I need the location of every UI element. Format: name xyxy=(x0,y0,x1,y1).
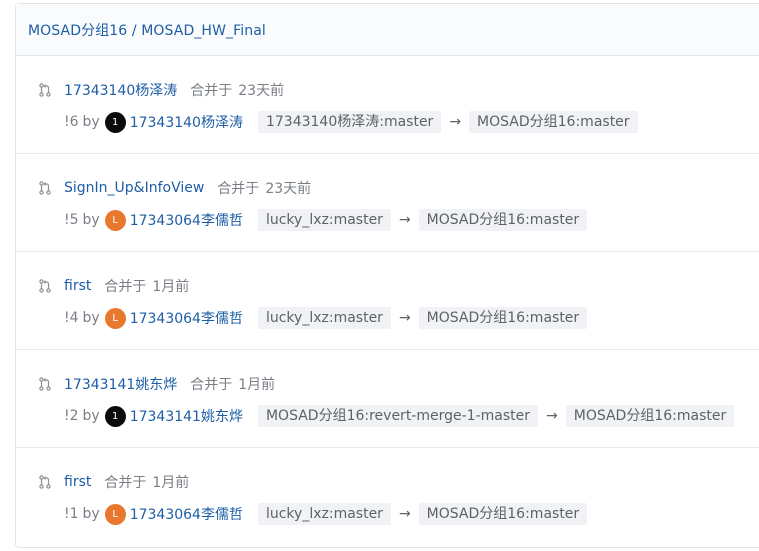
target-branch: MOSAD分组16:master xyxy=(418,209,588,231)
by-label: by xyxy=(82,506,100,522)
arrow-right-icon: → xyxy=(398,506,411,522)
author-link[interactable]: 17343141姚东烨 xyxy=(130,406,243,426)
merge-request-icon xyxy=(39,475,51,489)
merge-request-icon xyxy=(39,377,51,391)
avatar[interactable]: L xyxy=(104,209,126,231)
merge-request-icon xyxy=(39,279,51,293)
target-branch: MOSAD分组16:master xyxy=(469,111,638,133)
merged-label: 合并于 xyxy=(217,181,260,197)
merge-request-title-row: 17343140杨泽涛 合并于 23天前 xyxy=(38,80,284,100)
merge-request-meta-row: !1 by L 17343064李儒哲 lucky_lxz:master → M… xyxy=(64,502,588,526)
merge-request-title[interactable]: 17343140杨泽涛 xyxy=(64,80,177,100)
merged-label: 合并于 xyxy=(190,83,233,99)
merge-request-title[interactable]: 17343141姚东烨 xyxy=(64,374,177,394)
merge-request-title-row: SignIn_Up&InfoView 合并于 23天前 xyxy=(38,178,311,198)
merged-label: 合并于 xyxy=(104,475,147,491)
author-link[interactable]: 17343064李儒哲 xyxy=(130,308,243,328)
merged-time: 1月前 xyxy=(238,377,276,393)
merge-request-meta-row: !4 by L 17343064李儒哲 lucky_lxz:master → M… xyxy=(64,306,588,330)
merged-label: 合并于 xyxy=(104,279,147,295)
merged-time: 1月前 xyxy=(152,475,190,491)
arrow-right-icon: → xyxy=(546,408,558,424)
author-link[interactable]: 17343140杨泽涛 xyxy=(130,112,243,132)
merge-request-title-row: first 合并于 1月前 xyxy=(38,276,189,296)
merge-request-title[interactable]: first xyxy=(64,474,91,490)
merge-request-item: first 合并于 1月前 !4 by L 17343064李儒哲 lucky_… xyxy=(16,252,759,350)
avatar[interactable]: 1 xyxy=(104,111,126,133)
breadcrumb[interactable]: MOSAD分组16 / MOSAD_HW_Final xyxy=(28,20,266,40)
merge-request-id: !1 xyxy=(64,506,79,522)
merge-request-id: !6 xyxy=(64,114,79,130)
merge-request-meta-row: !2 by 1 17343141姚东烨 MOSAD分组16:revert-mer… xyxy=(64,404,735,428)
avatar[interactable]: L xyxy=(104,503,126,525)
avatar[interactable]: 1 xyxy=(104,405,126,427)
merge-request-title-row: first 合并于 1月前 xyxy=(38,472,189,492)
merged-time: 23天前 xyxy=(265,181,312,197)
target-branch: MOSAD分组16:master xyxy=(565,405,735,427)
target-branch: MOSAD分组16:master xyxy=(418,503,588,525)
merge-request-meta-row: !6 by 1 17343140杨泽涛 17343140杨泽涛:master →… xyxy=(64,110,638,134)
source-branch: lucky_lxz:master xyxy=(257,209,391,231)
merge-request-icon xyxy=(39,181,51,195)
avatar[interactable]: L xyxy=(104,307,126,329)
merge-request-icon xyxy=(39,83,51,97)
merge-request-title[interactable]: first xyxy=(64,278,91,294)
by-label: by xyxy=(82,212,100,228)
source-branch: lucky_lxz:master xyxy=(257,307,391,329)
arrow-right-icon: → xyxy=(449,114,462,130)
merge-request-meta-row: !5 by L 17343064李儒哲 lucky_lxz:master → M… xyxy=(64,208,588,232)
target-branch: MOSAD分组16:master xyxy=(418,307,588,329)
panel-header: MOSAD分组16 / MOSAD_HW_Final xyxy=(16,4,759,56)
by-label: by xyxy=(82,114,100,130)
source-branch: lucky_lxz:master xyxy=(257,503,391,525)
merge-request-item: 17343140杨泽涛 合并于 23天前 !6 by 1 17343140杨泽涛… xyxy=(16,56,759,154)
author-link[interactable]: 17343064李儒哲 xyxy=(130,210,243,230)
merge-request-list: 17343140杨泽涛 合并于 23天前 !6 by 1 17343140杨泽涛… xyxy=(16,56,759,546)
by-label: by xyxy=(82,408,100,424)
merge-request-id: !5 xyxy=(64,212,79,228)
merge-request-item: first 合并于 1月前 !1 by L 17343064李儒哲 lucky_… xyxy=(16,448,759,546)
merge-request-title-row: 17343141姚东烨 合并于 1月前 xyxy=(38,374,275,394)
merged-time: 1月前 xyxy=(152,279,190,295)
merge-request-id: !2 xyxy=(64,408,79,424)
merge-request-item: 17343141姚东烨 合并于 1月前 !2 by 1 17343141姚东烨 … xyxy=(16,350,759,448)
arrow-right-icon: → xyxy=(398,310,411,326)
author-link[interactable]: 17343064李儒哲 xyxy=(130,504,243,524)
merge-request-title[interactable]: SignIn_Up&InfoView xyxy=(64,180,204,196)
merge-request-item: SignIn_Up&InfoView 合并于 23天前 !5 by L 1734… xyxy=(16,154,759,252)
arrow-right-icon: → xyxy=(398,212,411,228)
source-branch: 17343140杨泽涛:master xyxy=(257,111,442,133)
merge-requests-panel: MOSAD分组16 / MOSAD_HW_Final 17343140杨泽涛 合… xyxy=(15,3,759,548)
merge-request-id: !4 xyxy=(64,310,79,326)
merged-time: 23天前 xyxy=(238,83,285,99)
merged-label: 合并于 xyxy=(190,377,233,393)
by-label: by xyxy=(82,310,100,326)
source-branch: MOSAD分组16:revert-merge-1-master xyxy=(257,405,538,427)
